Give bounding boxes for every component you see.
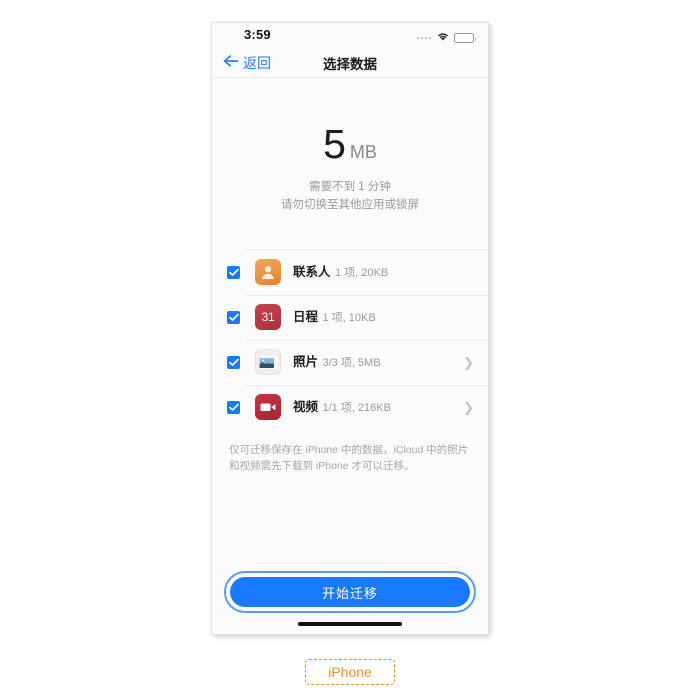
contacts-icon — [255, 259, 281, 286]
back-arrow-icon — [223, 54, 240, 72]
photos-icon — [255, 349, 281, 376]
status-bar-indicators — [416, 27, 476, 47]
navigation-bar: 返回 选择数据 — [212, 49, 488, 78]
list-item-title: 照片 — [293, 355, 319, 370]
battery-icon — [454, 33, 476, 43]
estimated-time-note: 需要不到 1 分钟 — [309, 181, 391, 193]
home-indicator-area — [212, 613, 488, 626]
total-size-unit: MB — [349, 142, 377, 162]
start-migration-button[interactable]: 开始迁移 — [230, 577, 470, 607]
chevron-right-icon[interactable]: ❯ — [463, 356, 474, 369]
bottom-action-area: 开始迁移 — [212, 571, 488, 634]
list-item-subtitle: 1/1 项, 216KB — [322, 402, 391, 415]
start-migration-focus-ring: 开始迁移 — [224, 571, 476, 613]
video-icon — [255, 394, 281, 421]
checkbox-checked-icon[interactable] — [227, 310, 240, 324]
list-item[interactable]: 照片 3/3 项, 5MB ❯ — [212, 339, 488, 385]
list-item-text: 视频 1/1 项, 216KB — [293, 398, 463, 416]
do-not-switch-note: 请勿切换至其他应用或锁屏 — [281, 198, 419, 211]
device-caption: iPhone — [0, 659, 700, 685]
list-item-subtitle: 3/3 项, 5MB — [322, 357, 381, 370]
list-item-title: 日程 — [293, 310, 319, 325]
checkbox-checked-icon[interactable] — [227, 265, 240, 279]
chevron-right-icon[interactable]: ❯ — [463, 401, 474, 414]
back-button[interactable]: 返回 — [223, 53, 271, 73]
list-item-text: 日程 1 项, 10KB — [293, 308, 463, 326]
list-item-title: 联系人 — [293, 265, 331, 280]
list-item[interactable]: 31 日程 1 项, 10KB ❯ — [212, 294, 488, 340]
page-content: 5 MB 需要不到 1 分钟 请勿切换至其他应用或锁屏 联系人 1 项, 20K… — [212, 78, 488, 571]
list-item[interactable]: 联系人 1 项, 20KB ❯ — [212, 250, 488, 295]
list-item-text: 联系人 1 项, 20KB — [293, 263, 463, 281]
device-caption-label: iPhone — [305, 659, 395, 685]
list-item-title: 视频 — [293, 400, 319, 415]
home-indicator — [298, 622, 402, 626]
total-size: 5 MB — [212, 124, 488, 165]
status-bar: 3:59 — [212, 23, 488, 49]
list-item-text: 照片 3/3 项, 5MB — [293, 353, 463, 371]
list-item-subtitle: 1 项, 10KB — [322, 312, 376, 325]
total-size-value: 5 — [323, 121, 346, 167]
data-category-list: 联系人 1 项, 20KB ❯ 31 日程 1 项, 10KB ❯ — [212, 249, 488, 430]
checkbox-checked-icon[interactable] — [227, 355, 240, 369]
wifi-icon — [436, 29, 450, 47]
list-item-subtitle: 1 项, 20KB — [334, 267, 389, 280]
transfer-summary: 5 MB 需要不到 1 分钟 请勿切换至其他应用或锁屏 — [212, 78, 488, 215]
back-button-label: 返回 — [243, 55, 271, 71]
phone-device-frame: 3:59 返回 选择数据 5 MB 需要不到 1 分钟 请勿切换至其他应用或锁屏… — [211, 22, 489, 635]
list-item[interactable]: 视频 1/1 项, 216KB ❯ — [212, 384, 488, 430]
calendar-day-number: 31 — [261, 310, 275, 325]
checkbox-checked-icon[interactable] — [227, 400, 240, 414]
footnote-text: 仅可迁移保存在 iPhone 中的数据，iCloud 中的照片和视频需先下载到 … — [229, 443, 469, 472]
status-bar-time: 3:59 — [244, 27, 271, 42]
signal-dots-icon — [416, 36, 431, 40]
transfer-notes: 需要不到 1 分钟 请勿切换至其他应用或锁屏 — [212, 179, 488, 215]
calendar-icon: 31 — [255, 304, 281, 331]
